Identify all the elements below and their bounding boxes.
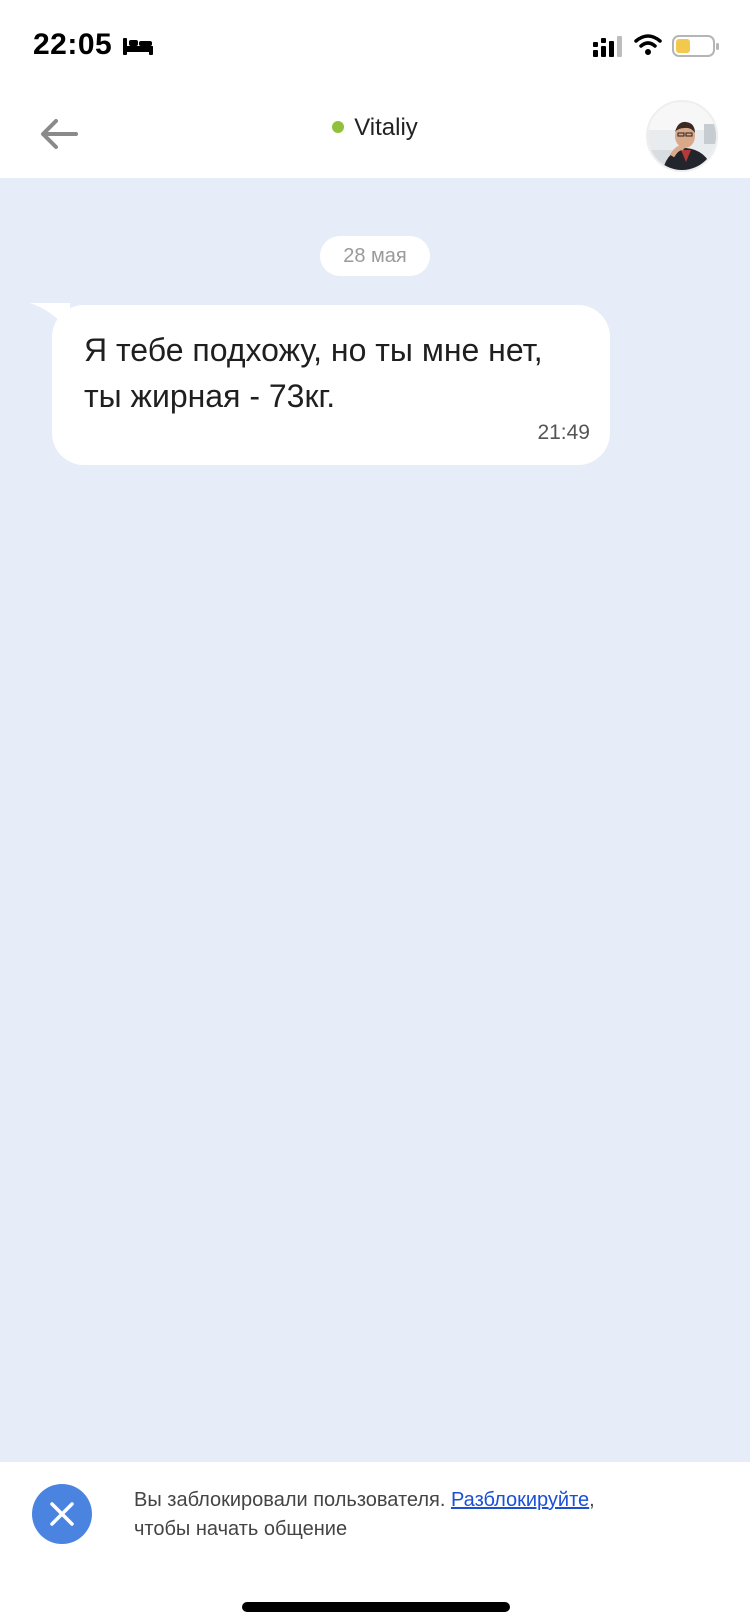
bed-icon bbox=[123, 38, 153, 55]
battery-icon bbox=[672, 35, 719, 57]
chat-screen: 22:05 Vitaliy 28 мая Я тебе подхожу, но … bbox=[0, 0, 750, 1624]
close-button[interactable] bbox=[32, 1484, 92, 1544]
chat-header: Vitaliy bbox=[0, 90, 750, 178]
chat-title: Vitaliy bbox=[0, 114, 750, 142]
wifi-icon bbox=[634, 34, 662, 55]
message-time: 21:49 bbox=[537, 421, 590, 444]
blocked-notice-comma: , bbox=[589, 1489, 595, 1511]
blocked-notice-text: Вы заблокировали пользователя. bbox=[134, 1489, 446, 1511]
blocked-notice-text-after: чтобы начать общение bbox=[134, 1518, 348, 1540]
avatar[interactable] bbox=[646, 100, 718, 172]
message-text: Я тебе подхожу, но ты мне нет, ты жирная… bbox=[84, 332, 543, 414]
signal-icon bbox=[593, 36, 622, 57]
date-separator: 28 мая bbox=[320, 236, 430, 276]
avatar-photo bbox=[648, 102, 716, 170]
online-status-dot bbox=[332, 120, 345, 133]
status-bar: 22:05 bbox=[0, 0, 750, 90]
contact-name: Vitaliy bbox=[354, 114, 418, 141]
status-time: 22:05 bbox=[33, 28, 113, 61]
incoming-message-bubble[interactable]: Я тебе подхожу, но ты мне нет, ты жирная… bbox=[52, 305, 610, 465]
close-icon bbox=[50, 1502, 74, 1526]
home-indicator[interactable] bbox=[242, 1602, 510, 1612]
unblock-link[interactable]: Разблокируйте bbox=[451, 1489, 589, 1511]
blocked-user-bar: Вы заблокировали пользователя. Разблокир… bbox=[0, 1462, 750, 1624]
blocked-notice: Вы заблокировали пользователя. Разблокир… bbox=[134, 1486, 724, 1544]
chat-messages-area[interactable]: 28 мая Я тебе подхожу, но ты мне нет, ты… bbox=[0, 178, 750, 1462]
